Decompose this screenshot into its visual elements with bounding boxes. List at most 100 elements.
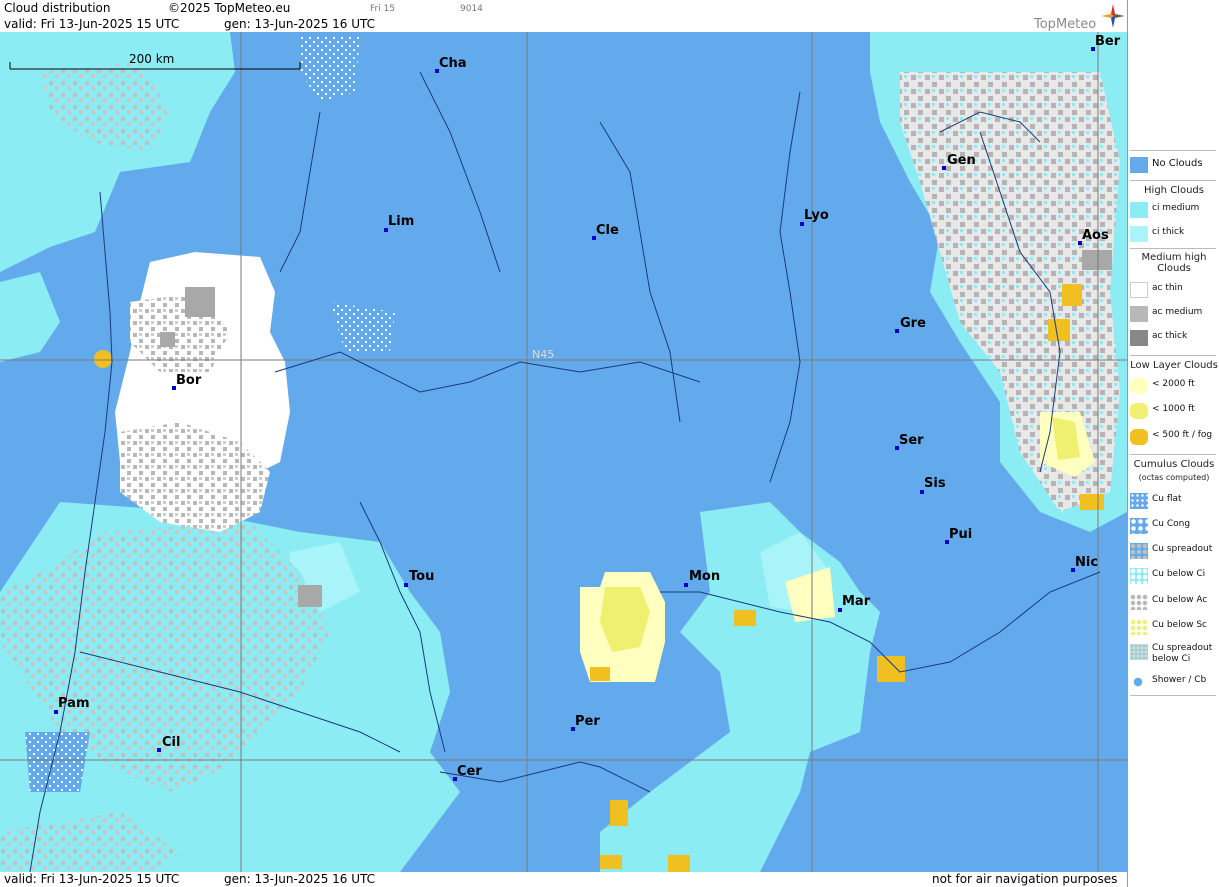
legend-section-high: High Clouds xyxy=(1144,185,1204,196)
city-label[interactable]: Gen xyxy=(947,153,976,168)
city-label[interactable]: Lyo xyxy=(804,208,829,223)
legend-divider xyxy=(1130,180,1216,181)
legend-low-500: < 500 ft / fog xyxy=(1128,426,1219,448)
swatch xyxy=(1130,594,1148,610)
city-marker xyxy=(157,748,161,752)
swatch xyxy=(1130,202,1148,218)
legend-cu-spreadout: Cu spreadout xyxy=(1128,540,1219,562)
city-marker xyxy=(684,583,688,587)
footer-valid-time: valid: Fri 13-Jun-2025 15 UTC xyxy=(4,872,180,886)
legend-label: < 1000 ft xyxy=(1152,404,1195,414)
legend-cu-below-sc: Cu below Sc xyxy=(1128,616,1219,638)
city-label[interactable]: Ber xyxy=(1095,34,1120,49)
copyright: ©2025 TopMeteo.eu xyxy=(168,1,291,15)
legend-divider xyxy=(1130,355,1216,356)
chart-title: Cloud distribution xyxy=(4,1,111,15)
compass-logo-icon xyxy=(1101,4,1125,28)
city-label[interactable]: Lim xyxy=(388,214,414,229)
cloud-map[interactable]: 200 km N45 Cha Ber Gen Lim Cle Lyo Aos G… xyxy=(0,32,1127,872)
disclaimer: not for air navigation purposes xyxy=(932,872,1118,886)
swatch xyxy=(1130,403,1148,419)
swatch xyxy=(1130,619,1148,635)
legend-cu-cong: Cu Cong xyxy=(1128,515,1219,537)
valid-time: valid: Fri 13-Jun-2025 15 UTC xyxy=(4,17,180,31)
legend-label: ci thick xyxy=(1152,227,1185,237)
legend-label: ac medium xyxy=(1152,307,1203,317)
city-label[interactable]: Mar xyxy=(842,594,870,609)
legend-section-medium: Medium high Clouds xyxy=(1141,252,1207,274)
legend-ci-medium: ci medium xyxy=(1128,199,1219,221)
legend-section-cumulus: Cumulus Clouds xyxy=(1133,459,1215,470)
legend-label: Cu below Ci xyxy=(1152,569,1206,579)
legend-cu-spread-below-ci: Cu spreadout below Ci xyxy=(1128,641,1219,671)
swatch xyxy=(1130,157,1148,173)
city-label[interactable]: Cer xyxy=(457,764,482,779)
city-label[interactable]: Bor xyxy=(176,373,201,388)
legend-label: Cu below Ac xyxy=(1152,595,1208,605)
legend-label: ci medium xyxy=(1152,203,1200,213)
legend-no-clouds: No Clouds xyxy=(1128,154,1219,176)
legend-divider xyxy=(1130,454,1216,455)
legend-label: Cu Cong xyxy=(1152,519,1191,529)
legend-label: Cu spreadout xyxy=(1152,544,1213,554)
city-label[interactable]: Per xyxy=(575,714,600,729)
legend-ac-medium: ac medium xyxy=(1128,303,1219,325)
legend-label: Shower / Cb xyxy=(1152,675,1207,685)
city-label[interactable]: Tou xyxy=(409,569,434,584)
legend-divider xyxy=(1130,695,1216,696)
legend-section-cumulus-sub: (octas computed) xyxy=(1138,473,1210,482)
legend-shower: Shower / Cb xyxy=(1128,671,1219,693)
legend-label: ac thin xyxy=(1152,283,1183,293)
swatch xyxy=(1130,429,1148,445)
city-label[interactable]: Pam xyxy=(58,696,90,711)
swatch xyxy=(1130,306,1148,322)
swatch xyxy=(1130,674,1148,690)
swatch xyxy=(1130,543,1148,559)
city-label[interactable]: Nic xyxy=(1075,555,1098,570)
legend-ac-thin: ac thin xyxy=(1128,279,1219,301)
legend-label: Cu below Sc xyxy=(1152,620,1207,630)
legend-panel: No Clouds High Clouds ci medium ci thick… xyxy=(1127,0,1219,887)
city-label[interactable]: Gre xyxy=(900,316,926,331)
legend-ci-thick: ci thick xyxy=(1128,223,1219,245)
day-tab[interactable]: Fri 15 xyxy=(370,4,395,14)
swatch xyxy=(1130,644,1148,660)
swatch xyxy=(1130,568,1148,584)
legend-divider xyxy=(1130,248,1216,249)
footer-generated-time: gen: 13-Jun-2025 16 UTC xyxy=(224,872,376,886)
city-label[interactable]: Sis xyxy=(924,476,946,491)
grid-label-n45: N45 xyxy=(532,348,555,361)
swatch xyxy=(1130,518,1148,534)
city-label[interactable]: Aos xyxy=(1082,228,1109,243)
legend-low-2000: < 2000 ft xyxy=(1128,375,1219,397)
legend-cu-flat: Cu flat xyxy=(1128,490,1219,512)
city-label[interactable]: Cha xyxy=(439,56,467,71)
legend-ac-thick: ac thick xyxy=(1128,327,1219,349)
city-marker xyxy=(895,329,899,333)
city-marker xyxy=(942,166,946,170)
legend-section-low: Low Layer Clouds xyxy=(1130,360,1218,371)
legend-cu-below-ac: Cu below Ac xyxy=(1128,591,1219,613)
legend-label: No Clouds xyxy=(1152,158,1203,169)
city-label[interactable]: Mon xyxy=(689,569,720,584)
legend-label: Cu spreadout below Ci xyxy=(1152,643,1213,664)
city-label[interactable]: Pui xyxy=(949,527,972,542)
city-label[interactable]: Ser xyxy=(899,433,924,448)
scale-label: 200 km xyxy=(129,52,175,66)
city-label[interactable]: Cle xyxy=(596,223,619,238)
city-marker xyxy=(404,583,408,587)
legend-label: < 500 ft / fog xyxy=(1152,430,1213,440)
swatch xyxy=(1130,226,1148,242)
generated-time: gen: 13-Jun-2025 16 UTC xyxy=(224,17,376,31)
legend-label: Cu flat xyxy=(1152,494,1182,504)
legend-cu-below-ci: Cu below Ci xyxy=(1128,565,1219,587)
legend-divider xyxy=(1130,150,1216,151)
brand-logo: TopMeteo xyxy=(1034,17,1097,32)
swatch xyxy=(1130,493,1148,509)
city-label[interactable]: Cil xyxy=(162,735,180,750)
footer-bar: valid: Fri 13-Jun-2025 15 UTC gen: 13-Ju… xyxy=(0,872,1127,887)
run-code: 9014 xyxy=(460,4,483,14)
swatch xyxy=(1130,282,1148,298)
header-bar: Cloud distribution ©2025 TopMeteo.eu Fri… xyxy=(0,0,1127,32)
swatch xyxy=(1130,330,1148,346)
